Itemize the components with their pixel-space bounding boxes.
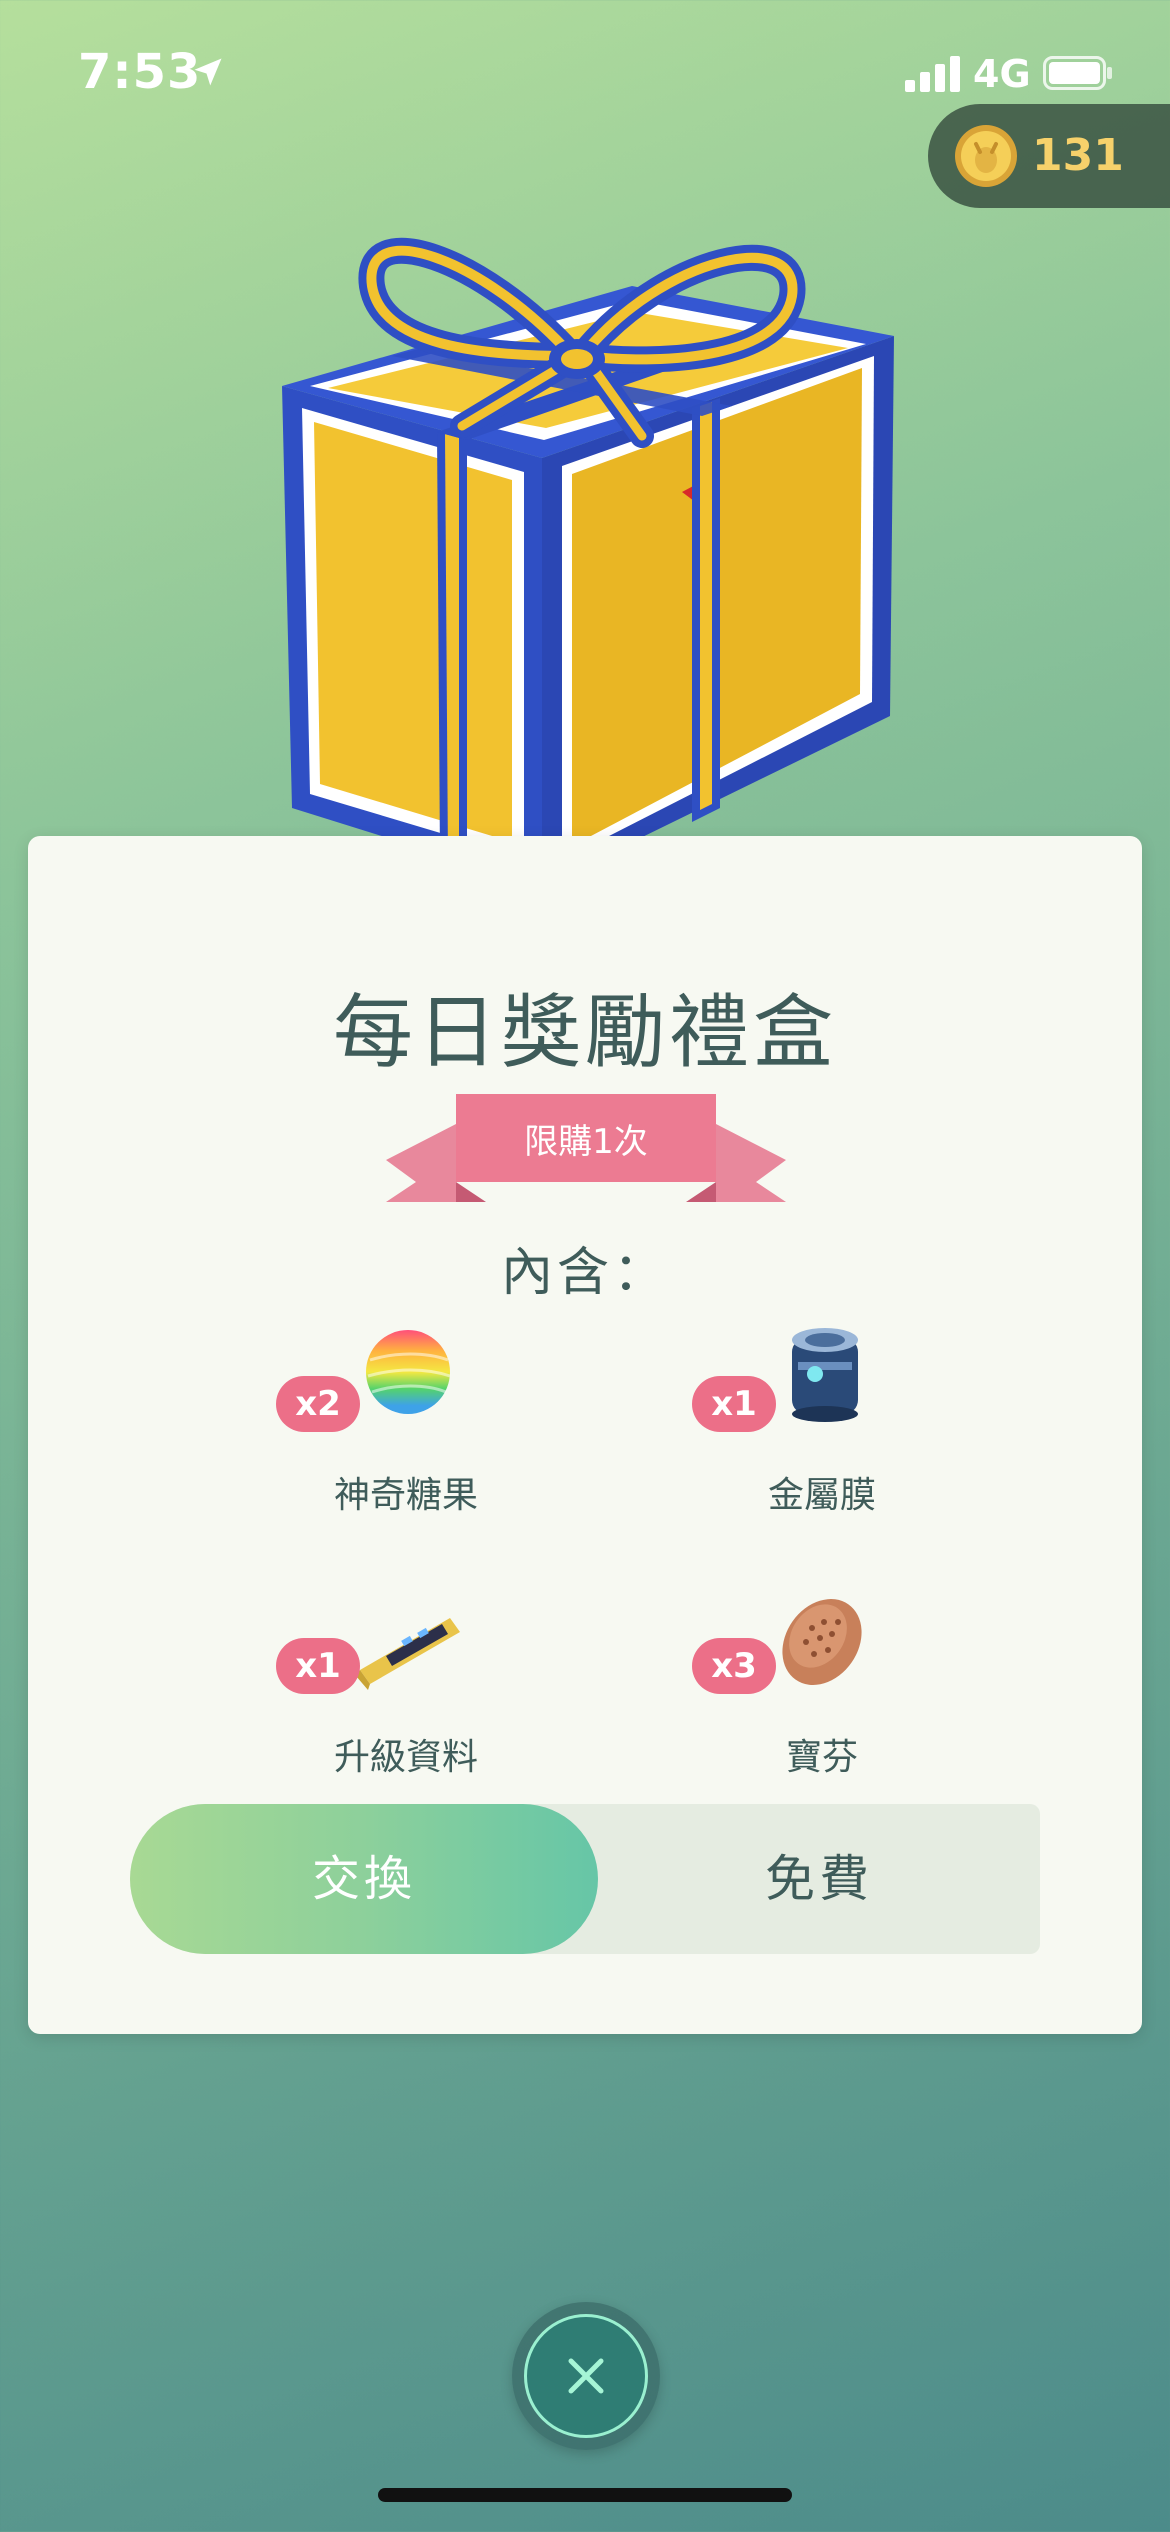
battery-icon bbox=[1043, 56, 1112, 90]
pinap-berry-icon bbox=[782, 1599, 862, 1685]
close-button-ring bbox=[524, 2314, 648, 2438]
offer-title: 每日獎勵禮盒 bbox=[333, 986, 837, 1079]
item-upgrade: x1 升級資料 bbox=[276, 1578, 536, 1798]
price-label: 免費 bbox=[765, 1850, 873, 1908]
item-quantity-badge: x2 bbox=[276, 1376, 360, 1432]
item-name: 升級資料 bbox=[333, 1737, 478, 1778]
offer-card: 每日獎勵禮盒 限購1次 內含： x2 神奇糖果 x1 金屬膜 x1 升級資料 x… bbox=[28, 836, 1142, 2034]
pokecoin-counter[interactable]: 131 bbox=[928, 104, 1170, 208]
exchange-button[interactable]: 交換 bbox=[130, 1804, 598, 1954]
location-arrow-icon bbox=[194, 58, 222, 86]
item-metal-coat: x1 金屬膜 bbox=[692, 1316, 952, 1536]
close-icon bbox=[568, 2358, 604, 2394]
cellular-signal-icon bbox=[905, 56, 960, 92]
pokecoin-amount: 131 bbox=[1032, 130, 1124, 181]
item-quantity-badge: x3 bbox=[692, 1638, 776, 1694]
close-button[interactable] bbox=[512, 2302, 660, 2450]
item-rare-candy: x2 神奇糖果 bbox=[276, 1316, 536, 1536]
exchange-control: 交換 免費 bbox=[130, 1804, 1040, 1954]
upgrade-icon bbox=[356, 1618, 460, 1690]
pokecoin-icon bbox=[955, 125, 1017, 187]
home-indicator[interactable] bbox=[378, 2488, 792, 2502]
item-pinap-berry: x3 寶芬 bbox=[692, 1578, 952, 1798]
item-name: 金屬膜 bbox=[767, 1475, 876, 1516]
rare-candy-icon bbox=[366, 1330, 451, 1414]
gift-box-icon bbox=[282, 237, 894, 920]
item-name: 神奇糖果 bbox=[333, 1475, 478, 1516]
item-name: 寶芬 bbox=[785, 1737, 858, 1778]
purchase-limit-label: 限購1次 bbox=[524, 1122, 648, 1162]
item-quantity-badge: x1 bbox=[276, 1638, 360, 1694]
network-type: 4G bbox=[973, 52, 1031, 96]
status-time: 7:53 bbox=[78, 44, 202, 100]
metal-coat-icon bbox=[792, 1328, 858, 1422]
contains-label: 內含： bbox=[500, 1243, 669, 1303]
item-quantity-badge: x1 bbox=[692, 1376, 776, 1432]
